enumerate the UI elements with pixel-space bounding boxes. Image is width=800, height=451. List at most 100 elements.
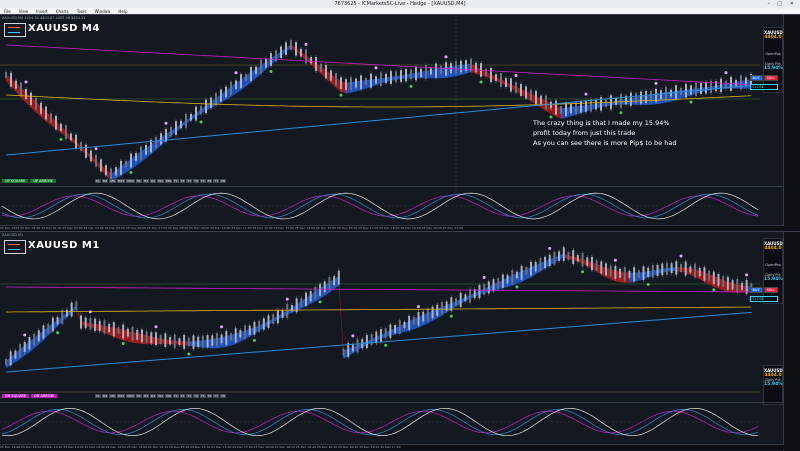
candle-body — [5, 359, 7, 365]
sell-button[interactable]: SELL — [763, 75, 778, 81]
signal-dot — [56, 331, 60, 335]
menu-item-insert[interactable]: Insert — [36, 9, 47, 14]
timeframe-button[interactable]: T6 — [206, 179, 213, 183]
dn-square-tag[interactable]: DN SQUARE — [2, 394, 30, 398]
candle-body — [534, 261, 537, 272]
close-icon[interactable]: ✕ — [790, 1, 794, 7]
menu-item-view[interactable]: View — [19, 9, 29, 14]
up-square-tag[interactable]: UP SQUARE — [2, 179, 29, 183]
timeframe-button[interactable]: M5 — [109, 179, 116, 183]
candle-body — [408, 315, 411, 330]
minimize-icon[interactable]: – — [768, 1, 771, 7]
timeframe-button[interactable]: M30 — [126, 394, 135, 398]
buy-button[interactable]: BUY — [749, 75, 763, 81]
timeframe-button[interactable]: S1 — [95, 394, 101, 398]
price-chart-m1[interactable] — [0, 232, 784, 451]
timeframe-button[interactable]: T7 — [213, 394, 220, 398]
candle-body — [230, 81, 232, 95]
candle-body — [235, 80, 237, 90]
candle-body — [440, 65, 442, 74]
info-price: 4404.0 — [764, 246, 782, 251]
candle-body — [435, 63, 437, 78]
timeframe-button[interactable]: T8 — [220, 179, 226, 183]
candle-body — [511, 270, 514, 284]
candle-body — [230, 333, 232, 340]
timeframe-button[interactable]: W1 — [157, 394, 165, 398]
candle-body — [180, 120, 182, 129]
timeframe-button[interactable]: T2 — [179, 179, 186, 183]
timeframe-button[interactable]: M5 — [109, 394, 116, 398]
candle-body — [375, 76, 377, 84]
ma-line-yellow — [6, 306, 752, 313]
candle-body — [473, 289, 476, 299]
timeframe-button[interactable]: T3 — [186, 179, 193, 183]
timeframe-button[interactable]: MN — [165, 394, 172, 398]
candle-body — [637, 270, 640, 278]
candle-body — [661, 263, 664, 276]
price-axis[interactable] — [783, 15, 800, 231]
candle-body — [572, 249, 575, 264]
candle-body — [328, 277, 331, 291]
timeframe-button[interactable]: T2 — [179, 394, 186, 398]
candle-body — [112, 322, 115, 337]
timeframe-button[interactable]: D1 — [149, 179, 157, 183]
timeframe-button[interactable]: M30 — [126, 179, 135, 183]
candle-body — [55, 115, 57, 130]
chart-pane-m1[interactable]: XAUUSD,M1 XAUUSD M1 XAUUSD 4404.0 OpenPo… — [0, 231, 800, 451]
candle-body — [310, 57, 312, 64]
candle-body — [565, 102, 567, 117]
timeframe-button[interactable]: S1 — [95, 179, 101, 183]
menu-item-file[interactable]: File — [4, 9, 11, 14]
timeframe-button[interactable]: M15 — [116, 179, 126, 183]
menu-item-charts[interactable]: Charts — [56, 9, 69, 14]
up-arrow-tag[interactable]: UP ARROW — [30, 179, 56, 183]
timeframe-button[interactable]: H4 — [142, 179, 149, 183]
timeframe-button[interactable]: T1 — [172, 179, 179, 183]
candle-body — [220, 89, 222, 102]
signal-dot — [23, 333, 27, 337]
close-button[interactable]: CLOSE — [749, 84, 778, 90]
candle-body — [647, 267, 650, 277]
timeframe-button[interactable]: T5 — [199, 394, 206, 398]
signal-dot — [449, 314, 453, 318]
buy-button[interactable]: BUY — [749, 287, 763, 293]
timeframe-button[interactable]: T5 — [199, 179, 206, 183]
dn-arrow-tag[interactable]: DN ARROW — [31, 394, 57, 398]
timeframe-button[interactable]: T1 — [172, 394, 179, 398]
timeframe-button[interactable]: W1 — [157, 179, 165, 183]
sell-button[interactable]: SELL — [763, 287, 778, 293]
timeframe-button[interactable]: M15 — [116, 394, 126, 398]
candle-body — [585, 100, 587, 112]
timeframe-button[interactable]: H4 — [142, 394, 149, 398]
timeframe-button[interactable]: T6 — [206, 394, 213, 398]
menu-item-tools[interactable]: Tools — [77, 9, 87, 14]
candle-body — [633, 267, 636, 282]
menu-item-help[interactable]: Help — [118, 9, 127, 14]
timeframe-button[interactable]: T4 — [193, 179, 199, 183]
candle-body — [530, 89, 532, 101]
timeframe-button[interactable]: D1 — [149, 394, 157, 398]
candle-body — [726, 276, 729, 290]
timeframe-button[interactable]: T7 — [213, 179, 220, 183]
candle-body — [630, 92, 632, 106]
timeframe-button[interactable]: M1 — [101, 394, 109, 398]
timeframe-button[interactable]: H1 — [135, 394, 142, 398]
timeframe-button[interactable]: T8 — [220, 394, 226, 398]
timeframe-button[interactable]: M1 — [101, 179, 109, 183]
close-button[interactable]: CLOSE — [749, 296, 778, 302]
signal-dot — [724, 71, 728, 75]
timeframe-button[interactable]: T3 — [186, 394, 193, 398]
timeframe-button[interactable]: T4 — [193, 394, 199, 398]
timeframe-button[interactable]: MN — [165, 179, 172, 183]
price-axis[interactable] — [783, 232, 800, 451]
signal-dot — [409, 84, 413, 88]
candle-body — [225, 86, 227, 98]
maximize-icon[interactable]: □ — [777, 1, 782, 7]
info-percent: 15.94% — [764, 66, 783, 71]
candle-body — [436, 304, 439, 316]
timeframe-button[interactable]: H1 — [135, 179, 142, 183]
candle-body — [155, 136, 157, 149]
menu-item-window[interactable]: Window — [95, 9, 111, 14]
signal-tags: DN SQUARE DN ARROW — [2, 394, 57, 398]
trade-buttons: BUY SELL CLOSE — [749, 75, 778, 90]
